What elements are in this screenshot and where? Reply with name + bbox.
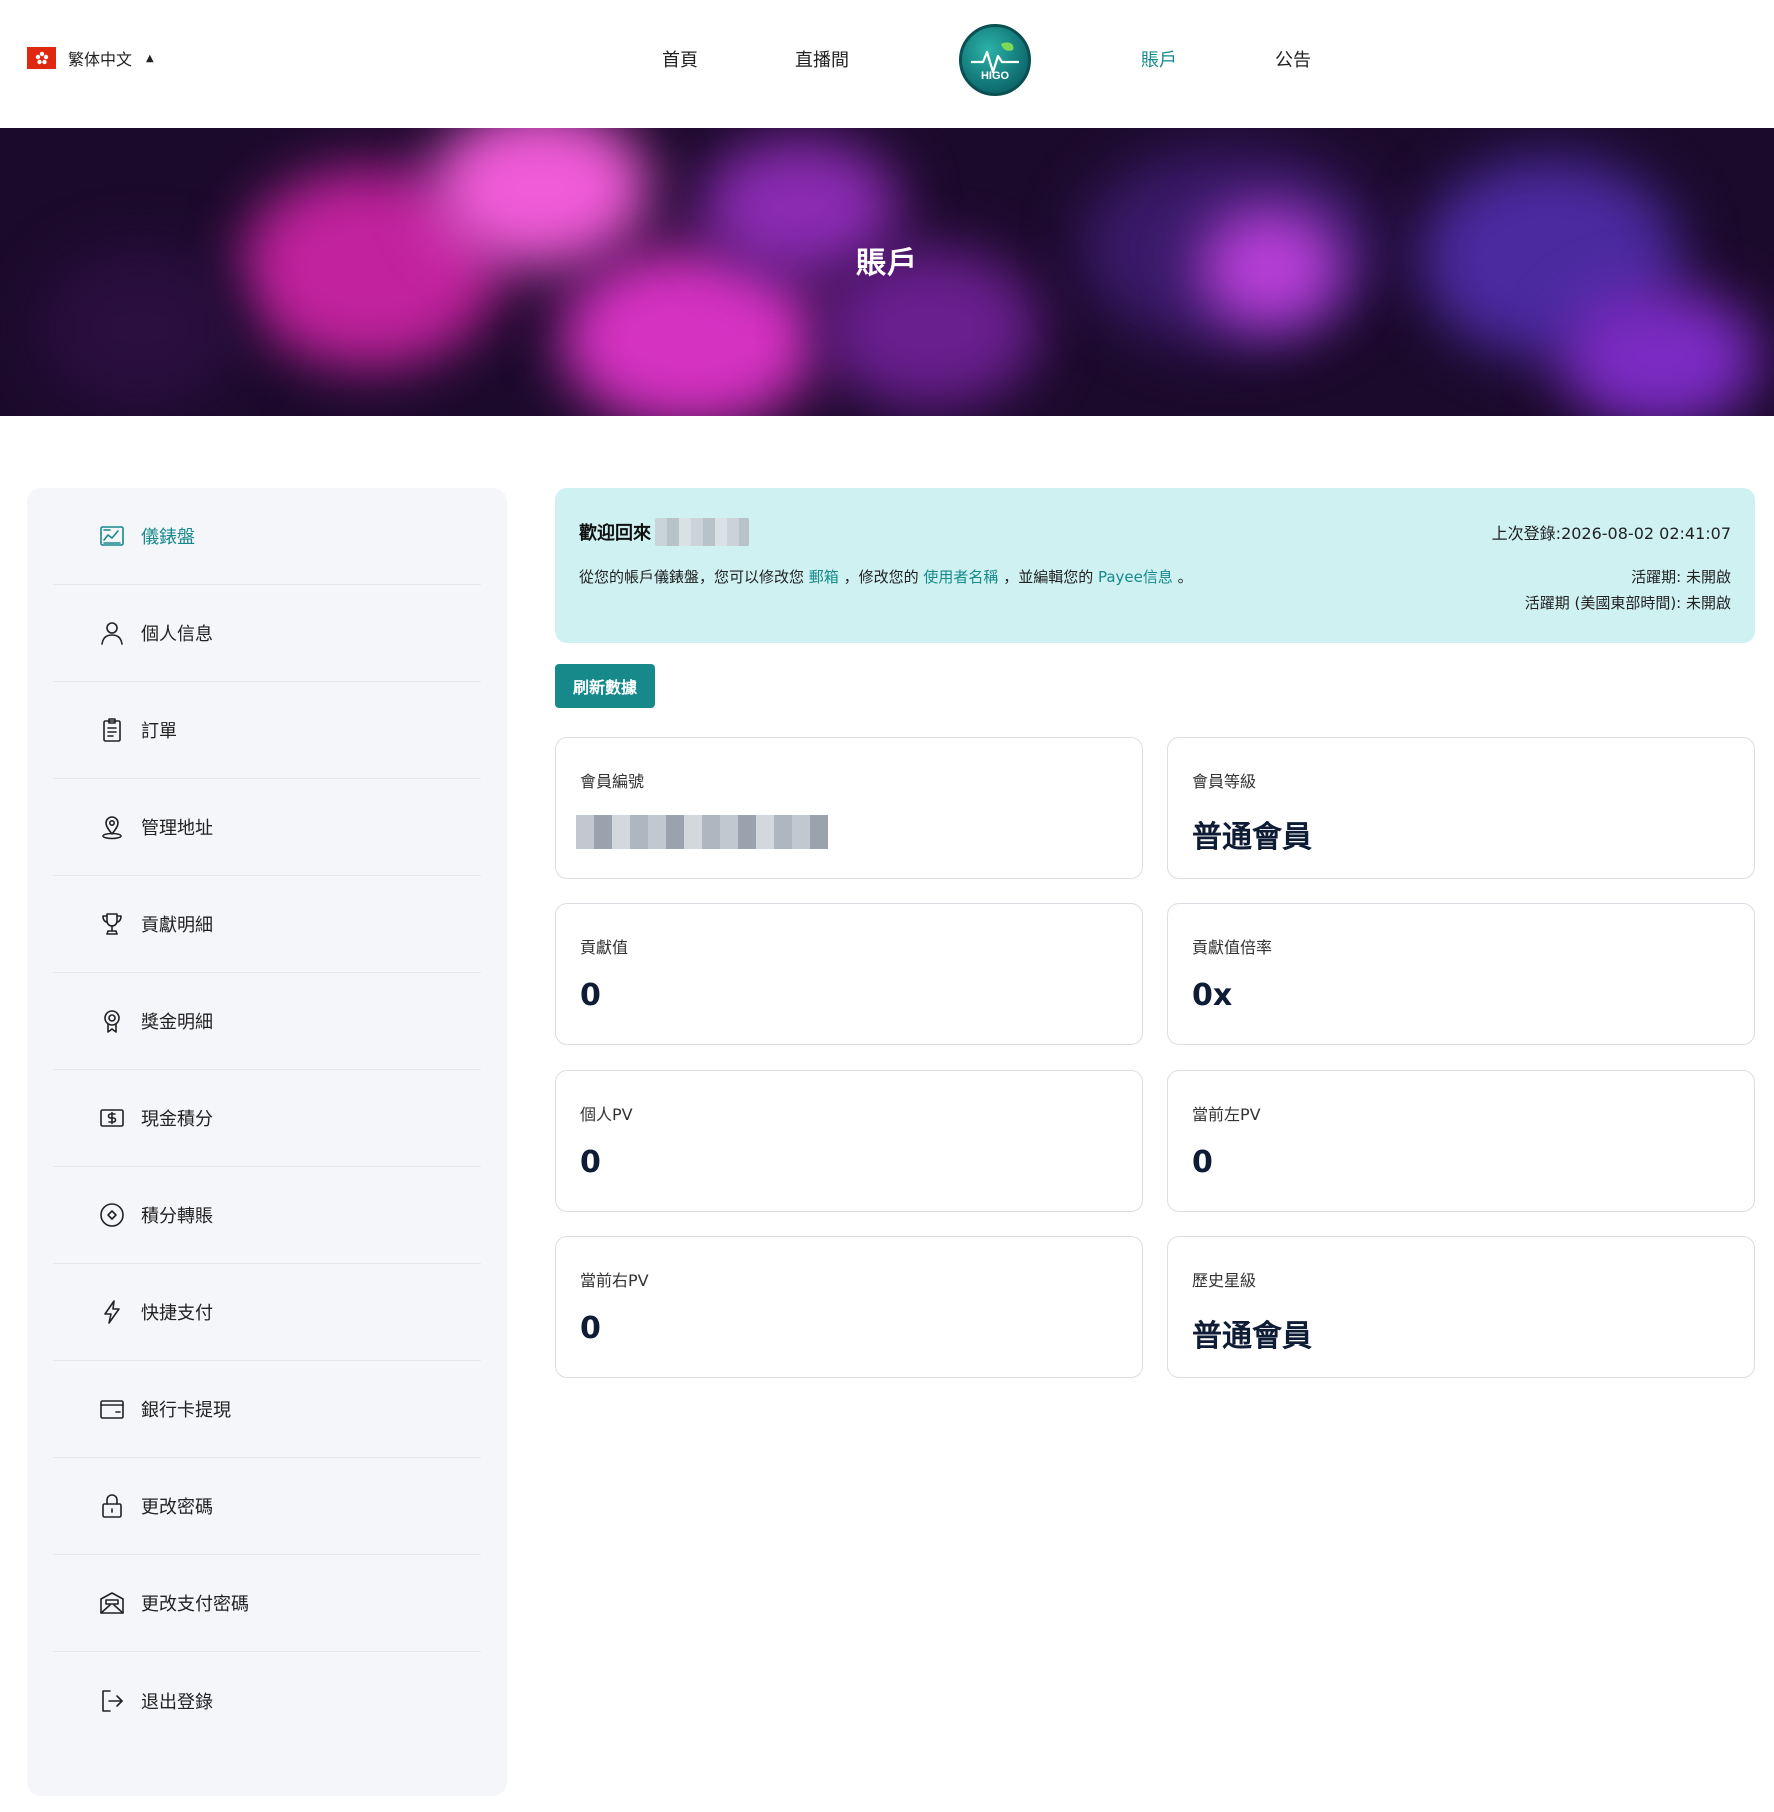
hero-banner: 賬戶 bbox=[0, 128, 1774, 416]
welcome-title: 歡迎回來 bbox=[579, 523, 651, 544]
sidebar-item-label: 積分轉賬 bbox=[141, 1206, 213, 1227]
username-redacted bbox=[655, 518, 749, 546]
card-value: 普通會員 bbox=[1192, 820, 1312, 855]
card-label: 歷史星級 bbox=[1192, 1271, 1257, 1290]
caret-up-icon: ▲ bbox=[146, 52, 154, 64]
sidebar-item-label: 快捷支付 bbox=[141, 1303, 213, 1324]
sidebar-item-contribution-details[interactable]: 貢獻明細 bbox=[53, 876, 481, 973]
sidebar-item-label: 獎金明細 bbox=[141, 1012, 213, 1033]
refresh-data-button[interactable]: 刷新數據 bbox=[555, 664, 655, 708]
desc-text: 。 bbox=[1177, 568, 1193, 586]
sidebar-item-label: 個人信息 bbox=[141, 624, 213, 645]
stat-card-member-level: 會員等級 普通會員 bbox=[1167, 737, 1755, 879]
sidebar-item-points-transfer[interactable]: 積分轉賬 bbox=[53, 1167, 481, 1264]
welcome-heading: 歡迎回來 bbox=[579, 518, 749, 546]
desc-text: ，並編輯您的 bbox=[1003, 568, 1094, 586]
card-label: 個人PV bbox=[580, 1105, 633, 1124]
sidebar-item-cash-points[interactable]: 現金積分 bbox=[53, 1070, 481, 1167]
hong-kong-flag-icon bbox=[27, 47, 56, 69]
sidebar-item-label: 管理地址 bbox=[141, 818, 213, 839]
top-header: 繁体中文 ▲ 首頁 直播間 HIGO 賬戶 公告 bbox=[0, 0, 1774, 128]
sidebar-item-label: 更改密碼 bbox=[141, 1497, 213, 1518]
nav-live-room[interactable]: 直播間 bbox=[795, 46, 849, 72]
card-label: 當前左PV bbox=[1192, 1105, 1261, 1124]
lock-icon bbox=[97, 1491, 127, 1521]
card-label: 會員等級 bbox=[1192, 772, 1257, 791]
wallet-icon bbox=[97, 1394, 127, 1424]
card-value: 0 bbox=[1192, 1145, 1213, 1180]
sidebar-item-bank-withdrawal[interactable]: 銀行卡提現 bbox=[53, 1361, 481, 1458]
logo-text: HIGO bbox=[981, 70, 1010, 82]
card-label: 貢獻值 bbox=[580, 938, 629, 957]
card-label: 貢獻值倍率 bbox=[1192, 938, 1273, 957]
nav-home[interactable]: 首頁 bbox=[662, 46, 698, 72]
stat-card-left-pv: 當前左PV 0 bbox=[1167, 1070, 1755, 1212]
sidebar-item-logout[interactable]: 退出登錄 bbox=[53, 1652, 481, 1749]
card-value: 0 bbox=[580, 978, 601, 1013]
sidebar-item-label: 現金積分 bbox=[141, 1109, 213, 1130]
sidebar-item-quick-pay[interactable]: 快捷支付 bbox=[53, 1264, 481, 1361]
last-login: 上次登錄:2026-08-02 02:41:07 bbox=[1491, 524, 1731, 543]
sidebar-item-change-payment-password[interactable]: 更改支付密碼 bbox=[53, 1555, 481, 1652]
card-value: 0x bbox=[1192, 978, 1233, 1013]
card-label: 會員編號 bbox=[580, 772, 645, 791]
clipboard-icon bbox=[97, 715, 127, 745]
email-link[interactable]: 郵箱 bbox=[809, 568, 839, 586]
stat-card-member-id: 會員編號 bbox=[555, 737, 1143, 879]
payee-info-link[interactable]: Payee信息 bbox=[1098, 568, 1173, 586]
stat-card-history-star: 歷史星級 普通會員 bbox=[1167, 1236, 1755, 1378]
stat-card-contribution: 貢獻值 0 bbox=[555, 903, 1143, 1045]
dollar-icon bbox=[97, 1103, 127, 1133]
transfer-circle-icon bbox=[97, 1200, 127, 1230]
active-period-us: 活躍期 (美國東部時間): 未開啟 bbox=[1524, 594, 1731, 612]
sidebar-item-label: 退出登錄 bbox=[141, 1691, 213, 1713]
nav-account[interactable]: 賬戶 bbox=[1141, 46, 1177, 72]
language-selector[interactable]: 繁体中文 ▲ bbox=[27, 46, 154, 70]
welcome-panel: 歡迎回來 從您的帳戶儀錶盤，您可以修改您 郵箱 ，修改您的 使用者名稱 ，並編輯… bbox=[555, 488, 1755, 643]
nav-announcements[interactable]: 公告 bbox=[1275, 46, 1311, 72]
card-value: 0 bbox=[580, 1145, 601, 1180]
stat-card-contribution-rate: 貢獻值倍率 0x bbox=[1167, 903, 1755, 1045]
trophy-icon bbox=[97, 909, 127, 939]
sidebar-item-change-password[interactable]: 更改密碼 bbox=[53, 1458, 481, 1555]
sidebar-item-bonus-details[interactable]: 獎金明細 bbox=[53, 973, 481, 1070]
higo-logo[interactable]: HIGO bbox=[959, 24, 1031, 96]
payment-password-icon bbox=[97, 1588, 127, 1618]
hero-title: 賬戶 bbox=[856, 246, 918, 281]
username-link[interactable]: 使用者名稱 bbox=[923, 568, 998, 586]
card-label: 當前右PV bbox=[580, 1271, 649, 1290]
account-sidebar: 儀錶盤 個人信息 訂單 管理地址 貢獻明細 獎金明細 現金積分 積分轉賬 快捷支… bbox=[27, 488, 507, 1796]
location-pin-icon bbox=[97, 812, 127, 842]
sidebar-item-label: 更改支付密碼 bbox=[141, 1594, 249, 1615]
sidebar-item-profile[interactable]: 個人信息 bbox=[53, 585, 481, 682]
lightning-icon bbox=[97, 1297, 127, 1327]
sidebar-item-addresses[interactable]: 管理地址 bbox=[53, 779, 481, 876]
card-value: 0 bbox=[580, 1311, 601, 1346]
sidebar-item-label: 銀行卡提現 bbox=[141, 1400, 231, 1421]
sidebar-item-orders[interactable]: 訂單 bbox=[53, 682, 481, 779]
language-label: 繁体中文 bbox=[68, 50, 133, 69]
stat-card-personal-pv: 個人PV 0 bbox=[555, 1070, 1143, 1212]
user-icon bbox=[97, 618, 127, 648]
sidebar-item-dashboard[interactable]: 儀錶盤 bbox=[53, 488, 481, 585]
member-id-redacted bbox=[576, 815, 828, 849]
desc-text: 從您的帳戶儀錶盤，您可以修改您 bbox=[579, 568, 805, 586]
hero-blob bbox=[1560, 288, 1760, 416]
active-period: 活躍期: 未開啟 bbox=[1631, 568, 1731, 586]
sidebar-item-label: 儀錶盤 bbox=[141, 527, 195, 548]
welcome-description: 從您的帳戶儀錶盤，您可以修改您 郵箱 ，修改您的 使用者名稱 ，並編輯您的 Pa… bbox=[579, 566, 1193, 587]
stat-card-right-pv: 當前右PV 0 bbox=[555, 1236, 1143, 1378]
dashboard-icon bbox=[97, 521, 127, 551]
sidebar-item-label: 訂單 bbox=[141, 721, 177, 742]
logout-icon bbox=[97, 1686, 127, 1716]
sidebar-item-label: 貢獻明細 bbox=[141, 915, 213, 936]
desc-text: ，修改您的 bbox=[843, 568, 919, 586]
card-value: 普通會員 bbox=[1192, 1319, 1312, 1354]
award-badge-icon bbox=[97, 1006, 127, 1036]
